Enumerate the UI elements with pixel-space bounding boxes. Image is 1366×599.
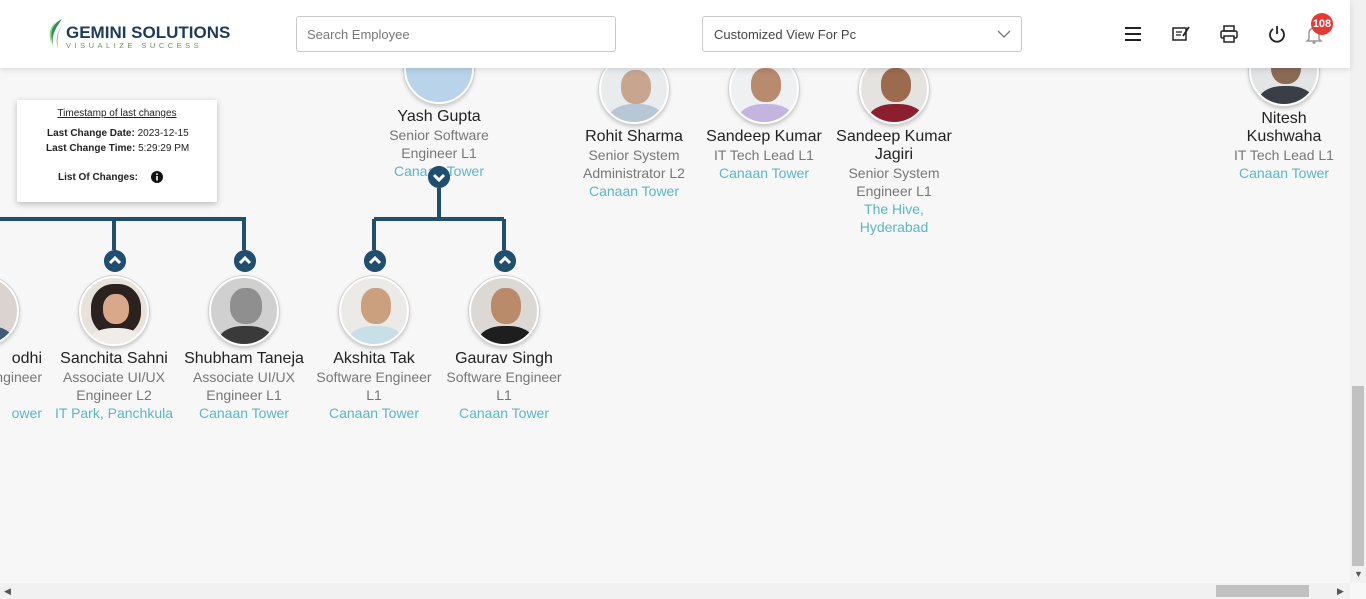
employee-name: Sandeep Kumar (836, 128, 952, 145)
employee-card[interactable]: Sandeep Kumar Jagiri Senior System Engin… (824, 68, 964, 236)
employee-avatar (729, 68, 799, 124)
list-of-changes-row: List Of Changes: (58, 172, 138, 183)
horizontal-scrollbar-thumb[interactable] (1216, 585, 1309, 597)
org-chart-canvas[interactable]: Timestamp of last changes Last Change Da… (0, 68, 1350, 583)
employee-location: Canaan Tower (328, 405, 420, 421)
employee-card[interactable]: Yash Gupta Senior Software Engineer L1 C… (369, 68, 509, 180)
expand-chevron-icon[interactable] (234, 250, 256, 272)
employee-designation: IT Tech Lead L1 (714, 147, 814, 163)
employee-location: Canaan Tower (198, 405, 290, 421)
employee-designation: Administrator L2 (583, 165, 685, 181)
employee-card[interactable]: Shubham Taneja Associate UI/UX Engineer … (174, 276, 314, 422)
last-change-time-row: Last Change Time: 5:29:29 PM (46, 143, 189, 154)
employee-name: Rohit Sharma (585, 128, 683, 145)
time-label: Last Change Time: (46, 143, 136, 154)
employee-avatar (599, 68, 669, 124)
employee-location: Canaan Tower (718, 165, 810, 181)
print-icon[interactable] (1219, 24, 1239, 44)
employee-card[interactable]: Sandeep Kumar IT Tech Lead L1 Canaan Tow… (694, 68, 834, 182)
last-change-date-row: Last Change Date: 2023-12-15 (47, 128, 189, 139)
employee-avatar (0, 276, 19, 346)
employee-name: Yash Gupta (397, 108, 481, 125)
employee-designation: Senior System (848, 165, 940, 181)
employee-designation: Senior System (588, 147, 680, 163)
employee-designation: Engineer L1 (856, 183, 932, 199)
employee-designation: Software Engineer (446, 369, 562, 385)
search-employee-input[interactable] (296, 16, 616, 52)
employee-avatar (209, 276, 279, 346)
employee-location: Canaan Tower (458, 405, 550, 421)
employee-card[interactable]: Rohit Sharma Senior System Administrator… (564, 68, 704, 200)
expand-chevron-icon[interactable] (364, 250, 386, 272)
employee-location: Hyderabad (859, 219, 929, 235)
employee-designation: L1 (496, 387, 512, 403)
employee-designation: Software Engineer (316, 369, 432, 385)
employee-avatar (1249, 68, 1319, 106)
edit-notes-icon[interactable] (1171, 24, 1191, 44)
horizontal-scrollbar[interactable] (0, 583, 1350, 599)
chevron-down-icon (997, 30, 1011, 38)
power-icon[interactable] (1267, 24, 1287, 44)
employee-name: Sanchita Sahni (60, 350, 168, 367)
logo-leaf-icon (49, 19, 64, 48)
expand-chevron-icon[interactable] (494, 250, 516, 272)
employee-designation: Engineer L1 (401, 145, 477, 161)
company-logo[interactable]: GEMINI SOLUTIONS VISUALIZE SUCCESS (46, 18, 230, 52)
expand-chevron-icon[interactable] (104, 250, 126, 272)
employee-avatar (79, 276, 149, 346)
info-icon[interactable] (151, 171, 163, 183)
scroll-left-arrow-icon[interactable]: ◀ (4, 586, 11, 597)
view-select-dropdown[interactable]: Customized View For Pc (702, 16, 1022, 52)
employee-designation: Senior Software (389, 127, 489, 143)
timestamp-panel: Timestamp of last changes Last Change Da… (17, 100, 217, 202)
employee-name: Kushwaha (1246, 128, 1322, 145)
employee-avatar (404, 68, 474, 104)
employee-designation: Associate UI/UX (63, 369, 165, 385)
notification-badge: 108 (1311, 13, 1333, 35)
employee-name: Jagiri (874, 146, 914, 163)
changes-label: List Of Changes: (58, 172, 139, 183)
date-label: Last Change Date: (47, 128, 135, 139)
employee-name: Shubham Taneja (184, 350, 304, 367)
employee-name: Akshita Tak (333, 350, 415, 367)
date-value: 2023-12-15 (137, 128, 189, 139)
employee-name: Gaurav Singh (455, 350, 553, 367)
employee-designation: Associate UI/UX (193, 369, 295, 385)
collapse-chevron-icon[interactable] (428, 166, 450, 188)
scroll-right-arrow-icon[interactable]: ▶ (1337, 586, 1344, 597)
menu-icon[interactable] (1123, 24, 1143, 44)
employee-avatar (859, 68, 929, 124)
employee-name: Sandeep Kumar (706, 128, 822, 145)
employee-card[interactable]: Nitesh Kushwaha IT Tech Lead L1 Canaan T… (1214, 68, 1350, 182)
employee-avatar (469, 276, 539, 346)
top-header: GEMINI SOLUTIONS VISUALIZE SUCCESS Custo… (0, 0, 1350, 68)
employee-name: Nitesh (1261, 110, 1307, 127)
logo-name: GEMINI SOLUTIONS (66, 23, 231, 42)
employee-card[interactable]: Sanchita Sahni Associate UI/UX Engineer … (44, 276, 184, 422)
employee-designation: Engineer L1 (206, 387, 282, 403)
employee-designation: IT Tech Lead L1 (1234, 147, 1334, 163)
employee-card[interactable]: Gaurav Singh Software Engineer L1 Canaan… (434, 276, 574, 422)
time-value: 5:29:29 PM (138, 143, 190, 154)
timestamp-title: Timestamp of last changes (57, 108, 177, 119)
view-select-value: Customized View For Pc (714, 27, 857, 42)
employee-location: Canaan Tower (1238, 165, 1330, 181)
employee-designation: L1 (366, 387, 382, 403)
logo-tagline: VISUALIZE SUCCESS (66, 41, 203, 50)
vertical-scrollbar-thumb[interactable] (1352, 386, 1364, 566)
scroll-down-arrow-icon[interactable]: ▼ (1354, 569, 1363, 579)
employee-location: The Hive, (864, 201, 924, 217)
employee-card[interactable]: Akshita Tak Software Engineer L1 Canaan … (304, 276, 444, 422)
employee-location: Canaan Tower (588, 183, 680, 199)
employee-location: IT Park, Panchkula (54, 405, 174, 421)
employee-avatar (339, 276, 409, 346)
employee-designation: Engineer L2 (76, 387, 152, 403)
